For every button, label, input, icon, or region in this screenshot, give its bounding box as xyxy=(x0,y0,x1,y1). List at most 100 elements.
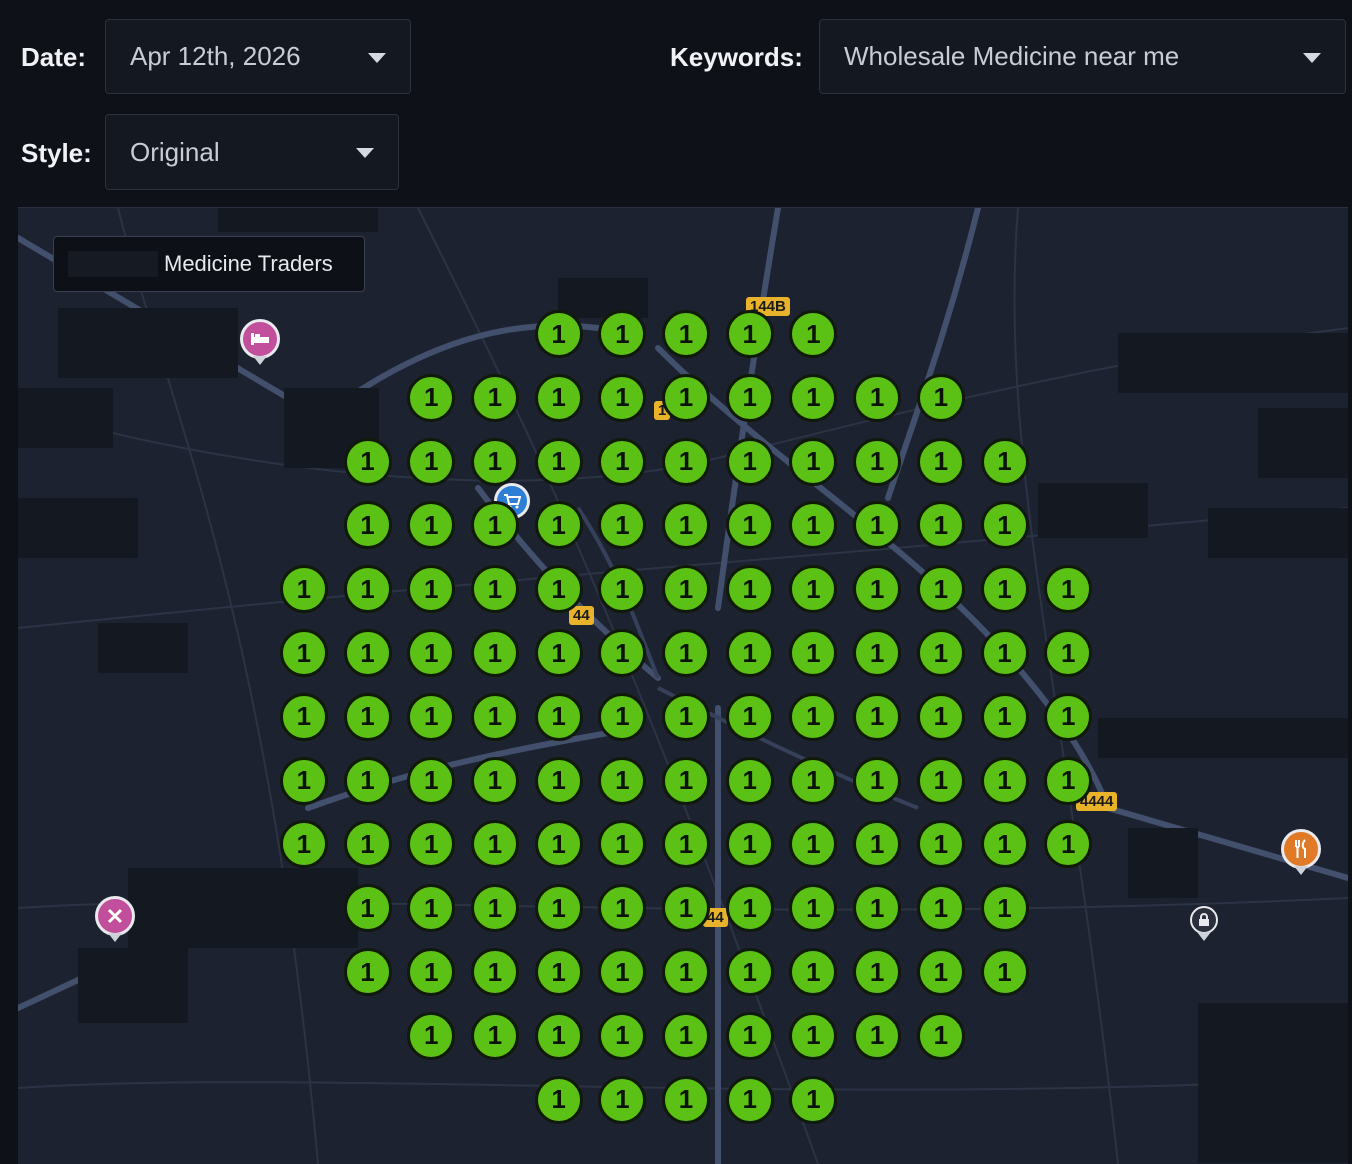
rank-grid-point[interactable]: 1 xyxy=(343,565,392,614)
rank-grid-point[interactable]: 1 xyxy=(789,1011,838,1060)
keywords-select[interactable]: Wholesale Medicine near me xyxy=(819,19,1346,94)
rank-grid-point[interactable]: 1 xyxy=(534,1075,583,1124)
rank-grid-point[interactable]: 1 xyxy=(1044,692,1093,741)
rank-grid-point[interactable]: 1 xyxy=(598,310,647,358)
rank-grid-point[interactable]: 1 xyxy=(407,629,456,677)
rank-grid-point[interactable]: 1 xyxy=(980,756,1029,805)
rank-grid-point[interactable]: 1 xyxy=(534,373,583,422)
rank-grid-point[interactable]: 1 xyxy=(343,629,392,677)
rank-grid-point[interactable]: 1 xyxy=(853,629,902,677)
rank-grid-point[interactable]: 1 xyxy=(725,1011,774,1060)
rank-grid-point[interactable]: 1 xyxy=(789,1075,838,1124)
rank-grid-point[interactable]: 1 xyxy=(916,437,965,486)
rank-grid-point[interactable]: 1 xyxy=(279,565,328,614)
date-select[interactable]: Apr 12th, 2026 xyxy=(105,19,411,94)
rank-grid-point[interactable]: 1 xyxy=(980,820,1029,869)
rank-grid-point[interactable]: 1 xyxy=(916,884,965,933)
rank-grid-point[interactable]: 1 xyxy=(853,437,902,486)
rank-grid-point[interactable]: 1 xyxy=(598,692,647,741)
rank-grid-point[interactable]: 1 xyxy=(662,1075,710,1124)
rank-grid-point[interactable]: 1 xyxy=(279,629,328,677)
rank-grid-point[interactable]: 1 xyxy=(343,692,392,741)
hotel-icon[interactable] xyxy=(240,319,280,365)
rank-grid-point[interactable]: 1 xyxy=(470,565,519,614)
rank-grid-point[interactable]: 1 xyxy=(534,820,583,869)
rank-grid-point[interactable]: 1 xyxy=(853,565,902,614)
rank-grid-point[interactable]: 1 xyxy=(470,501,519,550)
rank-grid-point[interactable]: 1 xyxy=(662,310,710,358)
rank-grid-point[interactable]: 1 xyxy=(853,756,902,805)
rank-grid-point[interactable]: 1 xyxy=(407,1011,456,1060)
rank-grid-point[interactable]: 1 xyxy=(470,437,519,486)
rank-grid-point[interactable]: 1 xyxy=(407,373,456,422)
rank-grid-point[interactable]: 1 xyxy=(598,1075,647,1124)
rank-grid-point[interactable]: 1 xyxy=(534,501,583,550)
rank-grid-point[interactable]: 1 xyxy=(853,1011,902,1060)
rank-grid-point[interactable]: 1 xyxy=(980,948,1029,996)
rank-grid-point[interactable]: 1 xyxy=(916,565,965,614)
rank-grid-point[interactable]: 1 xyxy=(279,692,328,741)
rank-grid-point[interactable]: 1 xyxy=(853,884,902,933)
rank-grid-point[interactable]: 1 xyxy=(534,692,583,741)
rank-grid-point[interactable]: 1 xyxy=(343,756,392,805)
rank-grid-point[interactable]: 1 xyxy=(662,437,710,486)
rank-grid-point[interactable]: 1 xyxy=(662,629,710,677)
lock-icon[interactable] xyxy=(1190,906,1218,941)
rank-grid-point[interactable]: 1 xyxy=(534,310,583,358)
rank-grid-point[interactable]: 1 xyxy=(980,692,1029,741)
rank-grid-point[interactable]: 1 xyxy=(598,948,647,996)
rank-grid-point[interactable]: 1 xyxy=(789,756,838,805)
rank-grid-point[interactable]: 1 xyxy=(853,948,902,996)
rank-grid-point[interactable]: 1 xyxy=(470,948,519,996)
restaurant-icon[interactable] xyxy=(1281,829,1321,875)
rank-grid-point[interactable]: 1 xyxy=(598,1011,647,1060)
map-view[interactable]: 144B 44 4444 44 1 1111111111111111111111… xyxy=(18,207,1348,1164)
rank-grid-point[interactable]: 1 xyxy=(534,948,583,996)
rank-grid-point[interactable]: 1 xyxy=(279,820,328,869)
rank-grid-point[interactable]: 1 xyxy=(725,1075,774,1124)
rank-grid-point[interactable]: 1 xyxy=(598,756,647,805)
rank-grid-point[interactable]: 1 xyxy=(725,437,774,486)
rank-grid-point[interactable]: 1 xyxy=(470,692,519,741)
rank-grid-point[interactable]: 1 xyxy=(980,565,1029,614)
rank-grid-point[interactable]: 1 xyxy=(725,884,774,933)
rank-grid-point[interactable]: 1 xyxy=(534,884,583,933)
rank-grid-point[interactable]: 1 xyxy=(725,692,774,741)
rank-grid-point[interactable]: 1 xyxy=(980,884,1029,933)
tools-icon[interactable] xyxy=(95,896,135,942)
rank-grid-point[interactable]: 1 xyxy=(980,629,1029,677)
rank-grid-point[interactable]: 1 xyxy=(725,501,774,550)
rank-grid-point[interactable]: 1 xyxy=(662,692,710,741)
rank-grid-point[interactable]: 1 xyxy=(662,948,710,996)
rank-grid-point[interactable]: 1 xyxy=(916,820,965,869)
rank-grid-point[interactable]: 1 xyxy=(534,629,583,677)
rank-grid-point[interactable]: 1 xyxy=(534,756,583,805)
rank-grid-point[interactable]: 1 xyxy=(470,1011,519,1060)
rank-grid-point[interactable]: 1 xyxy=(789,373,838,422)
rank-grid-point[interactable]: 1 xyxy=(725,310,774,358)
rank-grid-point[interactable]: 1 xyxy=(470,884,519,933)
rank-grid-point[interactable]: 1 xyxy=(1044,629,1093,677)
style-select[interactable]: Original xyxy=(105,114,399,190)
rank-grid-point[interactable]: 1 xyxy=(534,565,583,614)
rank-grid-point[interactable]: 1 xyxy=(725,629,774,677)
rank-grid-point[interactable]: 1 xyxy=(534,437,583,486)
rank-grid-point[interactable]: 1 xyxy=(343,437,392,486)
rank-grid-point[interactable]: 1 xyxy=(916,948,965,996)
rank-grid-point[interactable]: 1 xyxy=(853,692,902,741)
rank-grid-point[interactable]: 1 xyxy=(725,820,774,869)
rank-grid-point[interactable]: 1 xyxy=(980,437,1029,486)
rank-grid-point[interactable]: 1 xyxy=(916,1011,965,1060)
rank-grid-point[interactable]: 1 xyxy=(916,629,965,677)
rank-grid-point[interactable]: 1 xyxy=(662,565,710,614)
rank-grid-point[interactable]: 1 xyxy=(407,756,456,805)
rank-grid-point[interactable]: 1 xyxy=(980,501,1029,550)
rank-grid-point[interactable]: 1 xyxy=(662,373,710,422)
rank-grid-point[interactable]: 1 xyxy=(598,437,647,486)
rank-grid-point[interactable]: 1 xyxy=(725,373,774,422)
rank-grid-point[interactable]: 1 xyxy=(470,373,519,422)
rank-grid-point[interactable]: 1 xyxy=(662,756,710,805)
rank-grid-point[interactable]: 1 xyxy=(470,756,519,805)
rank-grid-point[interactable]: 1 xyxy=(789,692,838,741)
rank-grid-point[interactable]: 1 xyxy=(343,501,392,550)
